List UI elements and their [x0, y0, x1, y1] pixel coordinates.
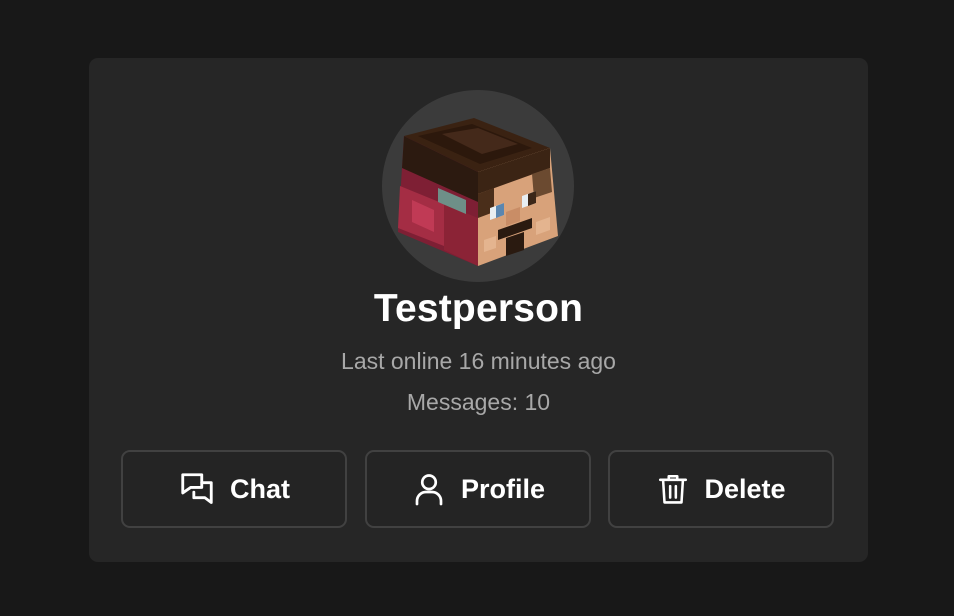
- chat-button[interactable]: Chat: [121, 450, 347, 528]
- messages-count: Messages: 10: [89, 388, 868, 416]
- chat-button-label: Chat: [230, 473, 290, 504]
- minecraft-head-icon: [398, 118, 558, 266]
- trash-icon: [659, 474, 688, 504]
- user-icon: [415, 474, 443, 506]
- profile-button[interactable]: Profile: [365, 450, 591, 528]
- last-online-text: Last online 16 minutes ago: [341, 348, 616, 374]
- messages-value: 10: [524, 389, 551, 415]
- profile-button-label: Profile: [460, 473, 546, 504]
- delete-button-label: Delete: [704, 473, 786, 504]
- username: Testperson: [373, 287, 584, 330]
- chat-bubbles-icon: [181, 473, 213, 504]
- messages-label: Messages:: [406, 389, 525, 415]
- delete-button[interactable]: Delete: [608, 450, 834, 528]
- avatar: [382, 90, 574, 282]
